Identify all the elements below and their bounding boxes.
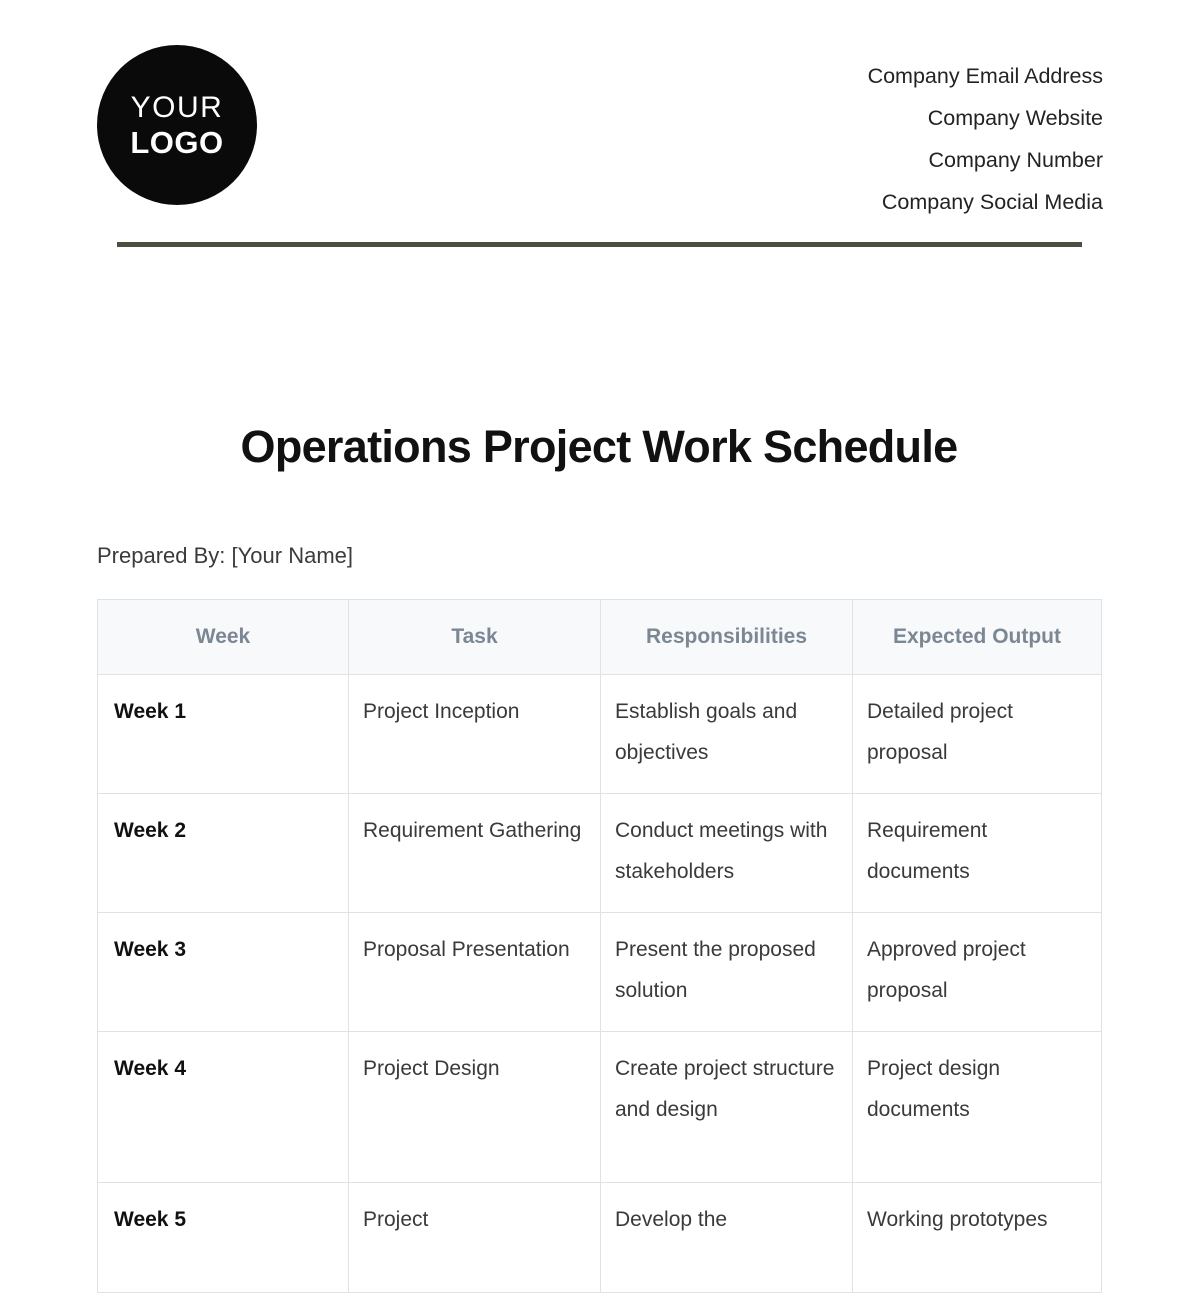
cell-responsibilities: Create project structure and design [600,1031,853,1183]
contact-social-media: Company Social Media [881,190,1103,214]
table-header: Week Task Responsibilities Expected Outp… [97,599,1102,675]
logo-text-your: YOUR [130,90,224,124]
letterhead: YOUR LOGO Company Email Address Company … [97,45,1103,223]
cell-week: Week 2 [97,793,349,913]
cell-week: Week 5 [97,1182,349,1293]
column-header-week: Week [97,599,349,675]
company-contact-block: Company Email Address Company Website Co… [868,45,1103,223]
company-logo: YOUR LOGO [97,45,257,205]
cell-responsibilities: Present the proposed solution [600,912,853,1032]
header-divider-rule [117,242,1082,247]
cell-task: Proposal Presentation [348,912,601,1032]
contact-email: Company Email Address [867,64,1103,88]
cell-task: Project Inception [348,674,601,794]
table-row: Week 5 Project Develop the Working proto… [97,1182,1102,1293]
cell-responsibilities: Conduct meetings with stakeholders [600,793,853,913]
cell-expected-output: Working prototypes [852,1182,1102,1293]
cell-responsibilities: Develop the [600,1182,853,1293]
cell-expected-output: Approved project proposal [852,912,1102,1032]
cell-expected-output: Detailed project proposal [852,674,1102,794]
cell-expected-output: Requirement documents [852,793,1102,913]
contact-website: Company Website [927,106,1103,130]
cell-responsibilities: Establish goals and objectives [600,674,853,794]
table-row: Week 1 Project Inception Establish goals… [97,674,1102,794]
work-schedule-table: Week Task Responsibilities Expected Outp… [97,599,1102,1293]
column-header-responsibilities: Responsibilities [600,599,853,675]
column-header-expected-output: Expected Output [852,599,1102,675]
cell-week: Week 4 [97,1031,349,1183]
page-title: Operations Project Work Schedule [240,421,959,472]
table-row: Week 2 Requirement Gathering Conduct mee… [97,793,1102,913]
cell-task: Requirement Gathering [348,793,601,913]
cell-week: Week 3 [97,912,349,1032]
document-page: YOUR LOGO Company Email Address Company … [0,0,1200,1293]
prepared-by-label: Prepared By: [Your Name] [97,543,353,568]
table-header-row: Week Task Responsibilities Expected Outp… [97,599,1102,675]
cell-task: Project Design [348,1031,601,1183]
logo-text-logo: LOGO [130,124,224,160]
cell-week: Week 1 [97,674,349,794]
column-header-task: Task [348,599,601,675]
table-row: Week 3 Proposal Presentation Present the… [97,912,1102,1032]
table-row: Week 4 Project Design Create project str… [97,1031,1102,1183]
contact-number: Company Number [928,148,1103,172]
cell-expected-output: Project design documents [852,1031,1102,1183]
cell-task: Project [348,1182,601,1293]
